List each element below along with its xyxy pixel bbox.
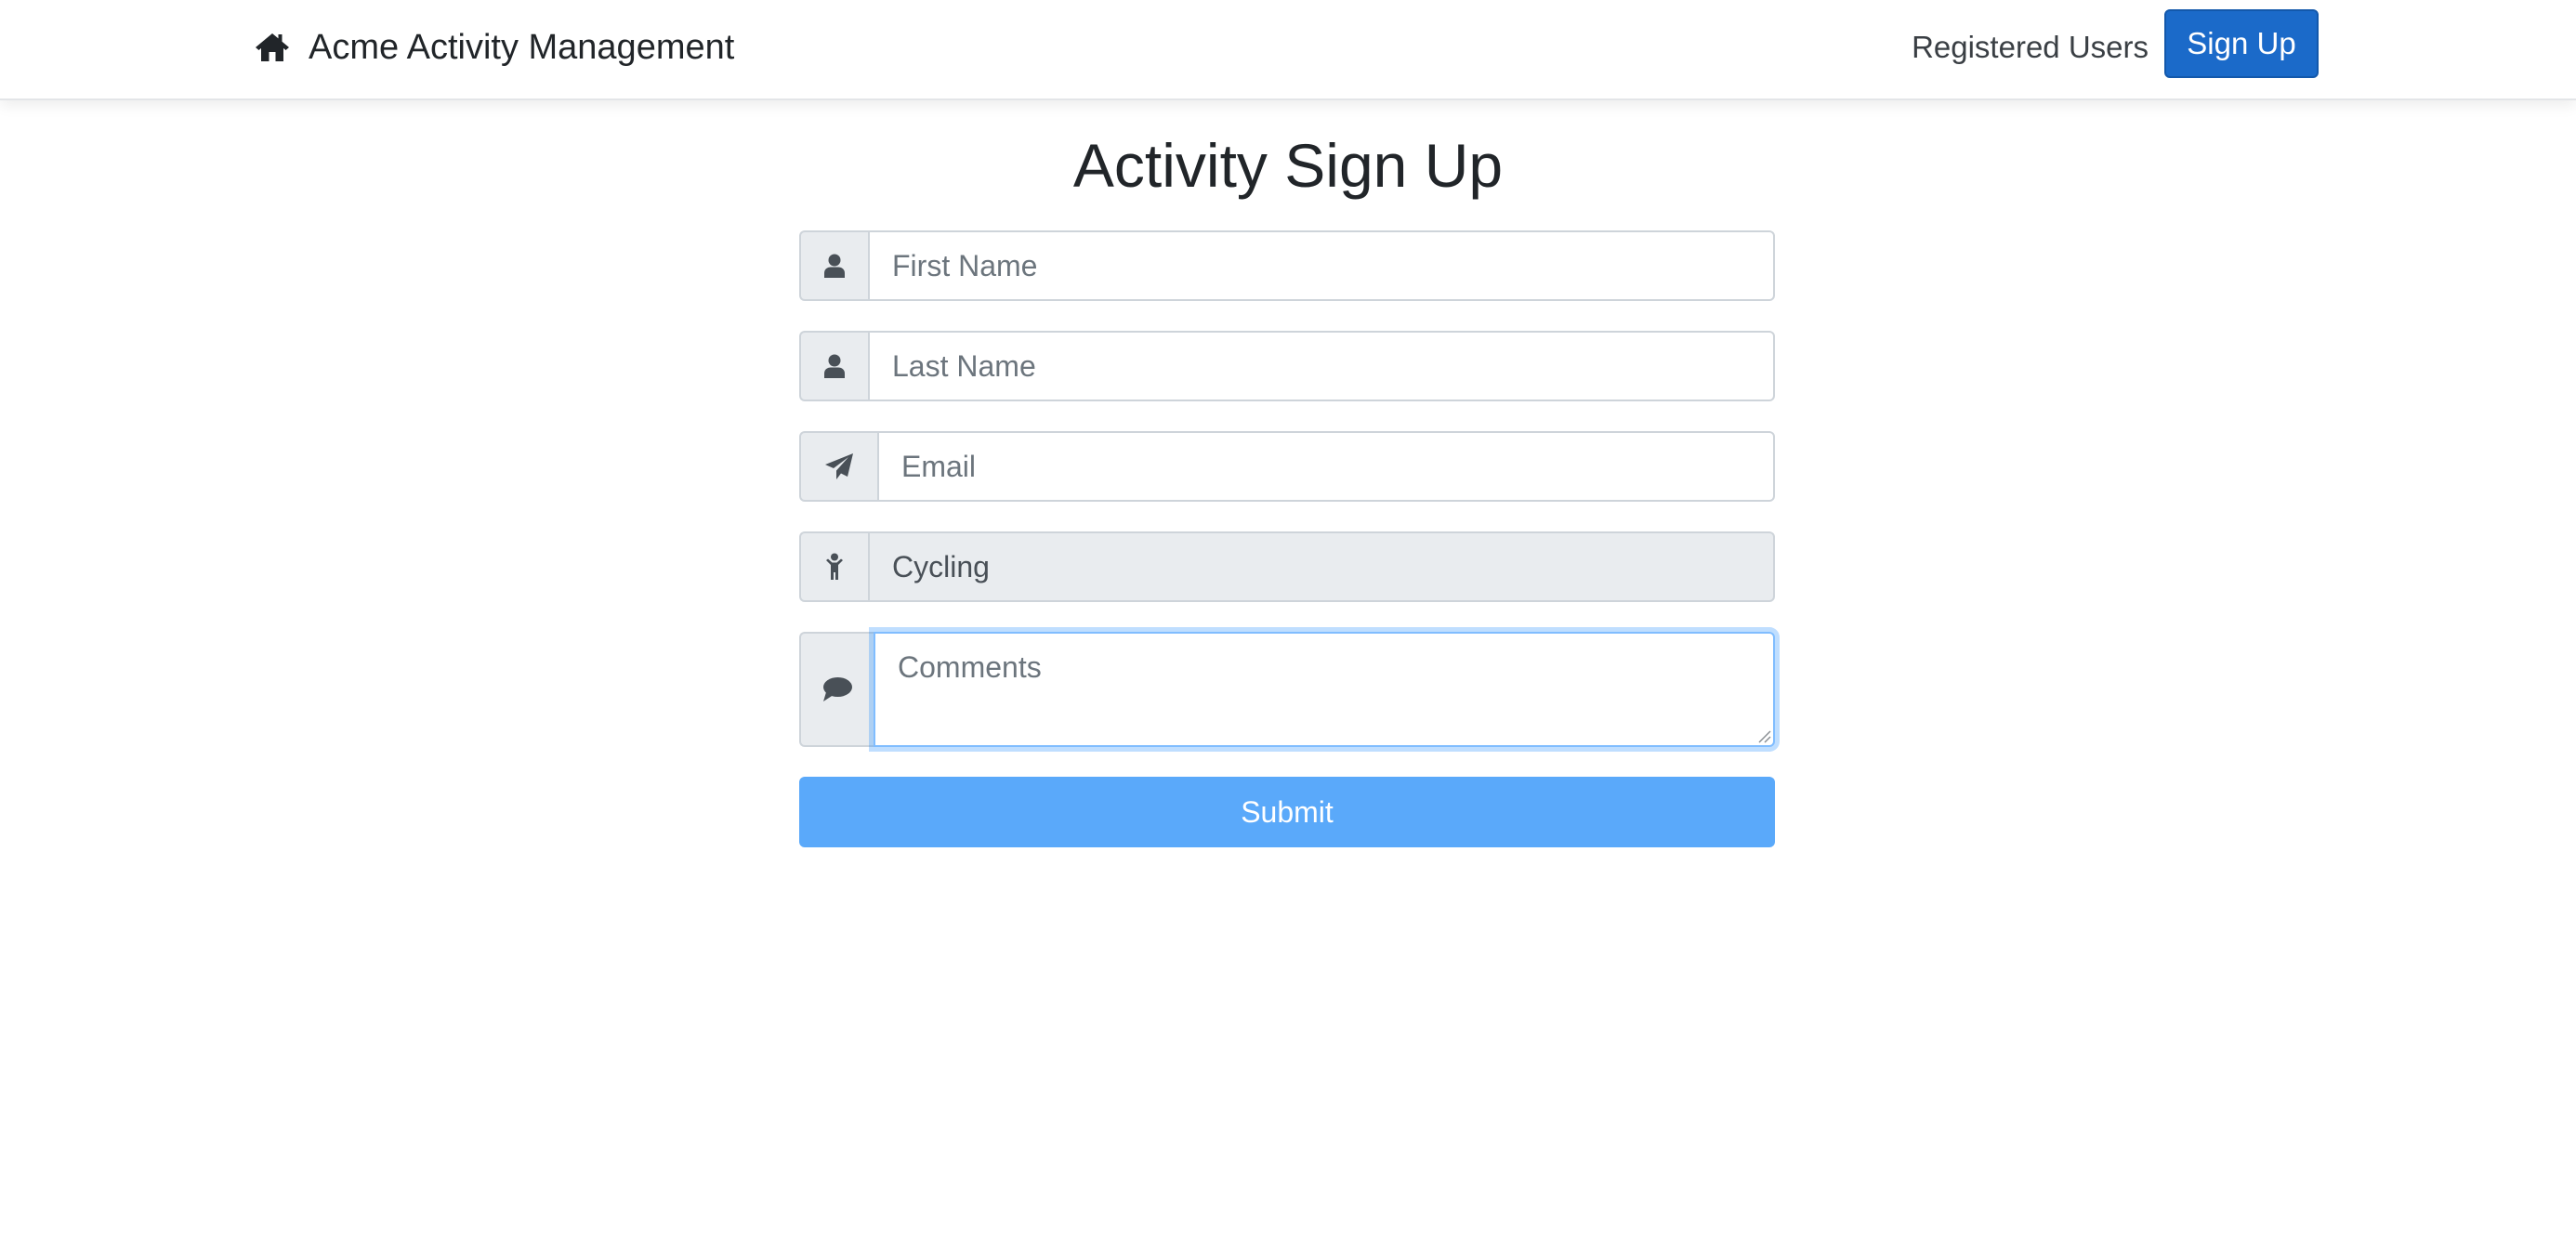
resize-handle-icon[interactable]: [1756, 728, 1771, 743]
first-name-group: [799, 230, 1775, 301]
activity-group: [799, 531, 1775, 602]
email-group: [799, 431, 1775, 502]
user-icon: [799, 230, 868, 301]
registered-users-link[interactable]: Registered Users: [1912, 22, 2149, 72]
child-icon: [799, 531, 868, 602]
first-name-input[interactable]: [868, 230, 1775, 301]
home-icon: [255, 32, 290, 63]
last-name-group: [799, 331, 1775, 401]
comments-textarea[interactable]: [874, 632, 1775, 747]
sign-up-nav-button[interactable]: Sign Up: [2164, 9, 2319, 78]
comment-icon: [799, 632, 874, 747]
brand-title: Acme Activity Management: [309, 28, 735, 67]
paper-plane-icon: [799, 431, 877, 502]
top-navbar: Acme Activity Management Registered User…: [0, 0, 2576, 100]
comments-wrapper: [874, 632, 1775, 747]
last-name-input[interactable]: [868, 331, 1775, 401]
submit-button[interactable]: Submit: [799, 777, 1775, 847]
activity-input[interactable]: [868, 531, 1775, 602]
brand-link[interactable]: Acme Activity Management: [255, 22, 734, 72]
comments-group: [799, 632, 1775, 747]
email-input[interactable]: [877, 431, 1775, 502]
page-title: Activity Sign Up: [1072, 131, 1504, 200]
user-icon: [799, 331, 868, 401]
